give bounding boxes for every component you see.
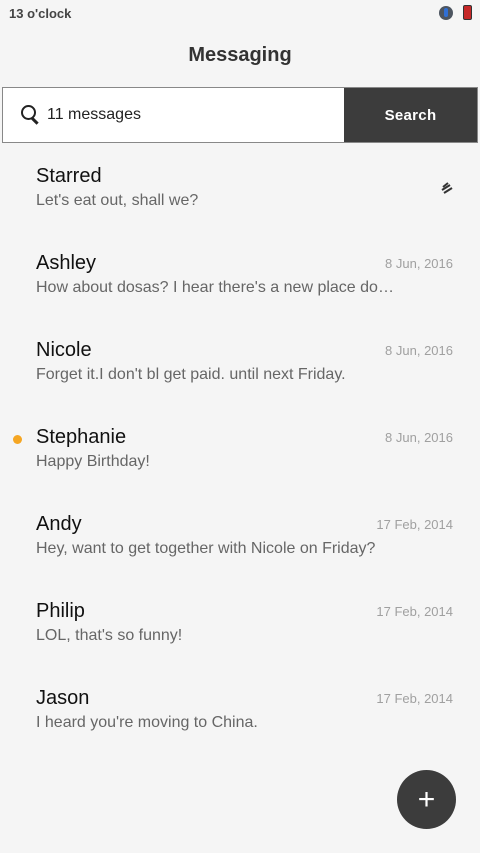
mic-icon (439, 5, 453, 20)
list-item[interactable]: Philip 17 Feb, 2014 LOL, that's so funny… (0, 579, 480, 666)
search-input-value: 11 messages (47, 106, 141, 123)
message-preview: Forget it.I don't bl get paid. until nex… (36, 366, 346, 383)
contact-name: Starred (36, 165, 102, 187)
message-preview: LOL, that's so funny! (36, 627, 183, 644)
message-preview: Let's eat out, shall we? (36, 192, 199, 209)
message-date: 8 Jun, 2016 (385, 256, 453, 271)
list-item[interactable]: Stephanie 8 Jun, 2016 Happy Birthday! (0, 405, 480, 492)
contact-name: Philip (36, 600, 85, 622)
search-icon (21, 105, 41, 125)
message-date: 17 Feb, 2014 (376, 691, 453, 706)
status-time: 13 o'clock (9, 6, 72, 21)
message-preview: I heard you're moving to China. (36, 714, 258, 731)
contact-name: Jason (36, 687, 90, 709)
list-item[interactable]: Jason 17 Feb, 2014 I heard you're moving… (0, 666, 480, 753)
message-date: 17 Feb, 2014 (376, 517, 453, 532)
status-bar: 13 o'clock (0, 0, 480, 28)
list-item[interactable]: Starred Let's eat out, shall we? (0, 144, 480, 231)
contact-name: Ashley (36, 252, 97, 274)
list-item[interactable]: Ashley 8 Jun, 2016 How about dosas? I he… (0, 231, 480, 318)
list-item[interactable]: Nicole 8 Jun, 2016 Forget it.I don't bl … (0, 318, 480, 405)
message-preview: How about dosas? I hear there's a new pl… (36, 279, 394, 296)
contact-name: Nicole (36, 339, 92, 361)
search-input[interactable]: 11 messages (3, 88, 344, 142)
conversation-list: Starred Let's eat out, shall we? Ashley … (0, 144, 480, 753)
message-date: 8 Jun, 2016 (385, 343, 453, 358)
message-date: 8 Jun, 2016 (385, 430, 453, 445)
battery-icon (463, 5, 472, 20)
unread-dot-icon (13, 435, 22, 444)
page-title: Messaging (188, 44, 292, 66)
message-date: 17 Feb, 2014 (376, 604, 453, 619)
list-item[interactable]: Andy 17 Feb, 2014 Hey, want to get toget… (0, 492, 480, 579)
starred-icon (441, 182, 453, 194)
contact-name: Stephanie (36, 426, 127, 448)
new-message-button[interactable]: + (397, 770, 456, 829)
search-button[interactable]: Search (344, 88, 477, 142)
message-preview: Hey, want to get together with Nicole on… (36, 540, 376, 557)
message-preview: Happy Birthday! (36, 453, 150, 470)
status-icons (439, 5, 472, 20)
search-bar: 11 messages Search (2, 87, 478, 143)
contact-name: Andy (36, 513, 82, 535)
